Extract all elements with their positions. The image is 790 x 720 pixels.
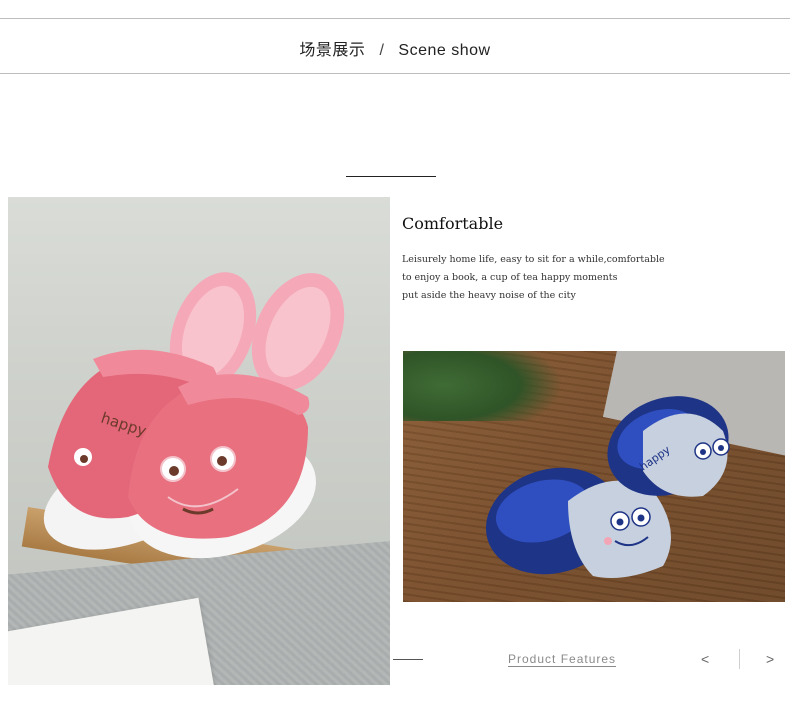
description-line-3: put aside the heavy noise of the city [402,290,576,301]
navy-slippers-photo: happy [403,351,785,602]
chevron-left-icon[interactable]: < [701,651,709,667]
feature-description: Comfortable Leisurely home life, easy to… [402,214,782,305]
description-line-1: Leisurely home life, easy to sit for a w… [402,254,665,265]
title-separator: / [379,42,385,59]
section-title-cn: 场景展示 [299,42,366,59]
description-line-2: to enjoy a book, a cup of tea happy mome… [402,272,618,283]
section-title-en: Scene show [398,42,491,59]
chevron-right-icon[interactable]: > [766,651,774,667]
product-features-link[interactable]: Product Features [508,652,616,666]
section-title: 场景展示 / Scene show [0,36,790,60]
top-divider [0,18,790,19]
feature-heading: Comfortable [402,214,504,233]
navy-slippers-illustration: happy [485,396,730,579]
pink-slippers-photo: happy [8,197,390,685]
footer-rule [393,659,423,660]
header-bottom-divider [0,73,790,74]
pink-slippers-illustration: happy [43,272,345,559]
decorative-rule [346,176,436,177]
nav-divider [739,649,740,669]
